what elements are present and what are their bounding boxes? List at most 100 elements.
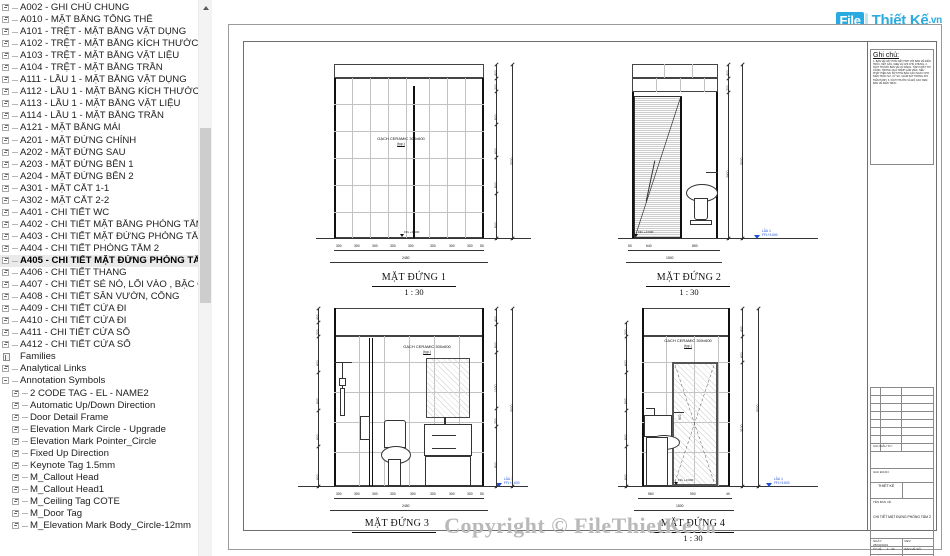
expand-plus-icon[interactable] — [2, 124, 11, 133]
expand-plus-icon[interactable] — [2, 317, 11, 326]
project-browser-item[interactable]: A204 - MẶT ĐỨNG BÊN 2 — [0, 171, 198, 183]
project-browser-item[interactable]: M_Callout Head1 — [0, 484, 198, 496]
expand-plus-icon[interactable] — [2, 16, 11, 25]
project-browser-scrollbar[interactable] — [198, 0, 212, 556]
project-browser-item[interactable]: A202 - MẶT ĐỨNG SAU — [0, 147, 198, 159]
project-browser-item[interactable]: Fixed Up Direction — [0, 448, 198, 460]
expand-plus-icon[interactable] — [2, 220, 11, 229]
expand-plus-icon[interactable] — [12, 461, 21, 470]
project-browser-item[interactable]: A113 - LẦU 1 - MẶT BẰNG VẬT LIỆU — [0, 98, 198, 110]
project-browser-item[interactable]: Automatic Up/Down Direction — [0, 400, 198, 412]
project-browser-item[interactable]: A114 - LẦU 1 - MẶT BẰNG TRẦN — [0, 110, 198, 122]
expand-plus-icon[interactable] — [2, 257, 11, 266]
expand-plus-icon[interactable] — [12, 437, 21, 446]
project-browser-item[interactable]: A407 - CHI TIẾT SẺ NÓ, LỐI VÀO , BẬC CẤP — [0, 279, 198, 291]
project-browser-tree[interactable]: A002 - GHI CHÚ CHUNG A010 - MẶT BẰNG TỔNG… — [0, 0, 198, 532]
project-browser-item[interactable]: A301 - MẶT CẮT 1-1 — [0, 183, 198, 195]
project-browser-item[interactable]: A103 - TRỆT - MẶT BẰNG VẬT LIỆU — [0, 50, 198, 62]
expand-plus-icon[interactable] — [2, 40, 11, 49]
project-browser-item[interactable]: A406 - CHI TIẾT THANG — [0, 267, 198, 279]
project-browser-item[interactable]: Keynote Tag 1.5mm — [0, 460, 198, 472]
expand-plus-icon[interactable] — [2, 88, 11, 97]
view-mat-dung-2[interactable]: FFL +3.600 LẦU 1 FFL+3.600 400 200 2400 … — [594, 60, 864, 300]
expand-plus-icon[interactable] — [2, 28, 11, 37]
project-browser-item[interactable]: 2 CODE TAG - EL - NAME2 — [0, 388, 198, 400]
expand-plus-icon[interactable] — [2, 100, 11, 109]
scroll-up-arrow-icon[interactable] — [199, 0, 212, 13]
expand-plus-icon[interactable] — [2, 184, 11, 193]
project-browser-item[interactable]: A412 - CHI TIẾT CỬA SỔ — [0, 339, 198, 351]
project-browser-item[interactable]: A104 - TRỆT - MẶT BẰNG TRẦN — [0, 62, 198, 74]
expand-plus-icon[interactable] — [2, 76, 11, 85]
project-browser-item[interactable]: A405 - CHI TIẾT MẶT ĐỨNG PHÒNG TẮM 2 — [0, 254, 198, 268]
view-mat-dung-3[interactable]: GẠCH CERAMIC 300x600 (typ.) LẦU 1 400 20… — [274, 304, 564, 544]
expand-plus-icon[interactable] — [2, 136, 11, 145]
project-browser-item[interactable]: A112 - LẦU 1 - MẶT BẰNG KÍCH THƯỚC — [0, 86, 198, 98]
expand-plus-icon[interactable] — [2, 269, 11, 278]
expand-plus-icon[interactable] — [12, 401, 21, 410]
project-browser-item[interactable]: Elevation Mark Pointer_Circle — [0, 436, 198, 448]
project-browser-item[interactable]: Door Detail Frame — [0, 412, 198, 424]
project-browser-item[interactable]: A201 - MẶT ĐỨNG CHÍNH — [0, 135, 198, 147]
expand-plus-icon[interactable] — [2, 329, 11, 338]
md4-hdim-1: 900 — [690, 492, 696, 496]
expand-plus-icon[interactable] — [2, 160, 11, 169]
project-browser-item[interactable]: A404 - CHI TIẾT PHÒNG TẮM 2 — [0, 243, 198, 255]
expand-plus-icon[interactable] — [12, 473, 21, 482]
expand-plus-icon[interactable] — [2, 244, 11, 253]
expand-plus-icon[interactable] — [2, 281, 11, 290]
collapse-minus-icon[interactable] — [2, 377, 11, 386]
expand-plus-icon[interactable] — [2, 172, 11, 181]
project-browser-item[interactable]: M_Elevation Mark Body_Circle-12mm — [0, 520, 198, 532]
expand-plus-icon[interactable] — [12, 389, 21, 398]
project-browser-item[interactable]: A403 - CHI TIẾT MẶT ĐỨNG PHÒNG TẮM 1 — [0, 231, 198, 243]
project-browser-item[interactable]: Elevation Mark Circle - Upgrade — [0, 424, 198, 436]
expand-plus-icon[interactable] — [12, 497, 21, 506]
project-browser-item[interactable]: A401 - CHI TIẾT WC — [0, 207, 198, 219]
view-mat-dung-4[interactable]: GẠCH CERAMIC 300x600 (typ.) 900 FFL +3.6… — [594, 304, 864, 544]
expand-plus-icon[interactable] — [2, 341, 11, 350]
project-browser-item[interactable]: A002 - GHI CHÚ CHUNG — [0, 2, 198, 14]
expand-plus-icon[interactable] — [12, 522, 21, 531]
project-browser-item[interactable]: A111 - LẦU 1 - MẶT BẰNG VẬT DỤNG — [0, 74, 198, 86]
project-browser-item[interactable]: Families — [0, 351, 198, 363]
project-browser-item[interactable]: A203 - MẶT ĐỨNG BÊN 1 — [0, 159, 198, 171]
expand-plus-icon[interactable] — [2, 293, 11, 302]
expand-plus-icon[interactable] — [2, 112, 11, 121]
drawing-canvas[interactable]: File Thiết Kế .vn GẠCH CERAMIC 300x600 (… — [212, 0, 950, 556]
expand-plus-icon[interactable] — [2, 305, 11, 314]
expand-plus-icon[interactable] — [2, 52, 11, 61]
scrollbar-thumb[interactable] — [200, 128, 211, 303]
view-mat-dung-1[interactable]: GẠCH CERAMIC 300x600 (typ.) FFL +3.600 4… — [274, 60, 554, 300]
expand-plus-icon[interactable] — [2, 148, 11, 157]
project-browser-item[interactable]: M_Callout Head — [0, 472, 198, 484]
project-browser-item[interactable]: A010 - MẶT BẰNG TỔNG THỂ — [0, 14, 198, 26]
project-browser-item[interactable]: A408 - CHI TIẾT SÂN VƯỜN, CỔNG — [0, 291, 198, 303]
md4-faucet-riser — [654, 408, 656, 415]
project-browser-item[interactable]: Analytical Links — [0, 363, 198, 375]
expand-plus-icon[interactable] — [12, 509, 21, 518]
project-browser-item[interactable]: M_Door Tag — [0, 508, 198, 520]
expand-plus-icon[interactable] — [12, 425, 21, 434]
expand-plus-icon[interactable] — [2, 365, 11, 374]
expand-plus-icon[interactable] — [12, 413, 21, 422]
project-browser-item[interactable]: A102 - TRỆT - MẶT BẰNG KÍCH THƯỚC — [0, 38, 198, 50]
expand-plus-icon[interactable] — [12, 485, 21, 494]
project-browser-item[interactable]: A101 - TRỆT - MẶT BẰNG VẬT DỤNG — [0, 26, 198, 38]
project-browser-item[interactable]: M_Ceiling Tag COTE — [0, 496, 198, 508]
tree-connector — [12, 67, 18, 69]
md3-hdim-8: 50 — [480, 492, 484, 496]
project-browser-item[interactable]: A409 - CHI TIẾT CỬA ĐI — [0, 303, 198, 315]
project-browser-item[interactable]: A121 - MẶT BẰNG MÁI — [0, 122, 198, 134]
expand-plus-icon[interactable] — [2, 232, 11, 241]
expand-plus-icon[interactable] — [2, 208, 11, 217]
project-browser-item[interactable]: A402 - CHI TIẾT MẶT BẰNG PHÒNG TẮM 1 — [0, 219, 198, 231]
project-browser-item[interactable]: A410 - CHI TIẾT CỬA ĐI — [0, 315, 198, 327]
expand-plus-icon[interactable] — [2, 64, 11, 73]
project-browser-item[interactable]: A411 - CHI TIẾT CỬA SỔ — [0, 327, 198, 339]
expand-plus-icon[interactable] — [2, 196, 11, 205]
expand-plus-icon[interactable] — [12, 449, 21, 458]
expand-plus-icon[interactable] — [2, 4, 11, 13]
project-browser-item[interactable]: Annotation Symbols — [0, 375, 198, 387]
project-browser-item[interactable]: A302 - MẶT CẮT 2-2 — [0, 195, 198, 207]
